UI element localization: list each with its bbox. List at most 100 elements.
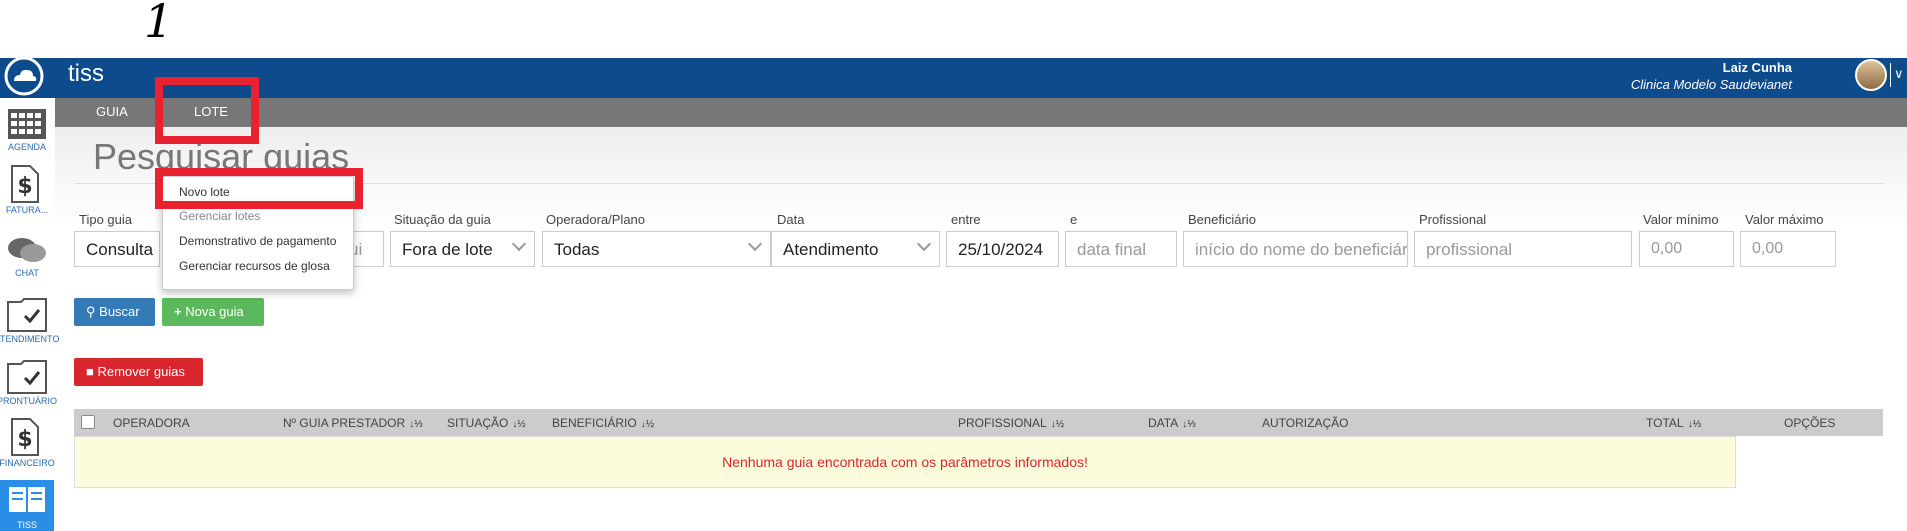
valor-minimo-label: Valor mínimo — [1643, 212, 1719, 227]
column-label: BENEFICIÁRIO — [552, 416, 637, 430]
sidebar-item-label: CHAT — [15, 268, 39, 278]
valor-minimo-placeholder: 0,00 — [1651, 240, 1683, 257]
chevron-down-icon — [916, 236, 932, 252]
trash-icon: ■ — [86, 364, 94, 379]
avatar[interactable] — [1855, 59, 1887, 91]
entre-label: entre — [951, 212, 981, 227]
situacao-label: Situação da guia — [394, 212, 491, 227]
e-label: e — [1070, 212, 1078, 227]
top-header — [0, 58, 1907, 98]
remover-guias-button-label: Remover guias — [97, 364, 185, 379]
dollar-document-icon: $ — [10, 165, 40, 208]
empty-results-message: Nenhuma guia encontrada com os parâmetro… — [722, 454, 1088, 470]
sidebar-item-label: AGENDA — [7, 142, 46, 152]
chevron-down-icon — [747, 236, 763, 252]
data-type-value: Atendimento — [783, 240, 879, 259]
profissional-placeholder: profissional — [1426, 240, 1512, 259]
folder-check-icon — [7, 296, 47, 337]
profissional-label: Profissional — [1419, 212, 1487, 227]
buscar-button-label: Buscar — [99, 304, 140, 319]
remover-guias-button[interactable]: ■ Remover guias — [74, 358, 203, 386]
column-header-profissional[interactable]: PROFISSIONAL ↓½ — [958, 416, 1064, 430]
column-header-operadora[interactable]: OPERADORA — [113, 416, 190, 430]
situacao-select[interactable]: Fora de lote — [390, 231, 535, 267]
annotation-number-1: 1 — [144, 0, 174, 48]
sidebar-item-atendimento[interactable]: ATENDIMENTO — [0, 296, 59, 346]
calendar-grid-icon — [7, 108, 47, 145]
sort-icon: ↓⅓ — [1182, 419, 1196, 430]
valor-maximo-placeholder: 0,00 — [1752, 240, 1784, 257]
beneficiario-field[interactable]: início do nome do beneficiário — [1183, 231, 1408, 267]
sidebar-item-chat[interactable]: CHAT — [0, 234, 54, 284]
data-inicial-value: 25/10/2024 — [958, 240, 1044, 259]
sort-icon: ↓⅓ — [1687, 419, 1701, 430]
data-final-placeholder: data final — [1077, 240, 1146, 259]
operadora-value: Todas — [554, 240, 600, 259]
menu-item-gerenciar-lotes[interactable]: Gerenciar lotes — [179, 209, 260, 223]
menu-item-demonstrativo-pagamento[interactable]: Demonstrativo de pagamento — [179, 234, 336, 248]
svg-text:$: $ — [17, 174, 32, 199]
column-header-beneficiario[interactable]: BENEFICIÁRIO ↓½ — [552, 416, 654, 430]
select-all-checkbox[interactable] — [81, 415, 95, 429]
valor-minimo-field[interactable]: 0,00 — [1639, 231, 1734, 267]
svg-text:$: $ — [17, 427, 32, 452]
user-name[interactable]: Laiz Cunha — [1723, 60, 1792, 75]
column-header-total[interactable]: TOTAL ↓⅓ — [1646, 416, 1701, 430]
chevron-down-icon — [511, 236, 527, 252]
sidebar-item-agenda[interactable]: AGENDA — [0, 106, 54, 156]
folder-check-icon — [7, 358, 47, 399]
app-title: tiss — [68, 60, 104, 87]
column-header-opcoes: OPÇÕES — [1784, 416, 1835, 430]
tipo-guia-value: Consulta — [86, 240, 154, 259]
plus-icon: + — [174, 304, 182, 319]
sort-icon: ↓½ — [640, 419, 655, 430]
column-label: OPERADORA — [113, 416, 190, 430]
chat-bubbles-icon — [7, 236, 47, 271]
beneficiario-label: Beneficiário — [1188, 212, 1256, 227]
data-final-field[interactable]: data final — [1065, 231, 1177, 267]
sort-icon: ↓⅓ — [409, 419, 423, 430]
column-label: OPÇÕES — [1784, 416, 1836, 430]
data-label: Data — [777, 212, 805, 227]
header-divider — [1890, 63, 1891, 87]
operadora-label: Operadora/Plano — [546, 212, 646, 227]
nova-guia-button[interactable]: + Nova guia — [162, 298, 264, 326]
column-header-data[interactable]: DATA ↓⅓ — [1148, 416, 1196, 430]
profissional-field[interactable]: profissional — [1414, 231, 1632, 267]
sidebar-item-label: FATURA... — [5, 205, 49, 215]
data-type-select[interactable]: Atendimento — [771, 231, 940, 267]
sidebar-item-prontuario[interactable]: PRONTUÁRIO — [0, 358, 57, 408]
tab-guia[interactable]: GUIA — [96, 104, 128, 119]
sidebar-item-tiss[interactable]: TISS — [0, 480, 54, 531]
annotation-box-novo-lote — [155, 168, 363, 209]
sidebar-item-label: ATENDIMENTO — [0, 334, 60, 344]
column-label: PROFISSIONAL — [958, 416, 1047, 430]
column-header-guia-prestador[interactable]: Nº GUIA PRESTADOR ↓⅓ — [283, 416, 423, 430]
buscar-button[interactable]: ⚲ Buscar — [74, 298, 155, 326]
valor-maximo-field[interactable]: 0,00 — [1740, 231, 1836, 267]
cloud-logo-icon[interactable] — [4, 56, 44, 96]
nova-guia-button-label: Nova guia — [185, 304, 244, 319]
sort-icon: ↓½ — [512, 419, 526, 430]
tipo-guia-label: Tipo guia — [79, 212, 132, 227]
column-label: TOTAL — [1646, 416, 1684, 430]
column-header-situacao[interactable]: SITUAÇÃO ↓½ — [447, 416, 526, 430]
tipo-guia-select[interactable]: Consulta — [74, 231, 160, 267]
column-label: Nº GUIA PRESTADOR — [283, 416, 406, 430]
column-label: SITUAÇÃO — [447, 416, 509, 430]
sort-icon: ↓½ — [1050, 419, 1065, 430]
sidebar-item-financeiro[interactable]: $ FINANCEIRO — [0, 418, 55, 468]
data-inicial-field[interactable]: 25/10/2024 — [946, 231, 1059, 267]
user-clinic: Clinica Modelo Saudevianet — [1630, 77, 1792, 92]
open-book-icon — [7, 484, 47, 519]
column-header-autorizacao[interactable]: AUTORIZAÇÃO — [1262, 416, 1348, 430]
annotation-box-lote — [155, 77, 259, 144]
situacao-value: Fora de lote — [402, 240, 493, 259]
sidebar-item-faturamento[interactable]: $ FATURA... — [0, 165, 54, 215]
column-label: AUTORIZAÇÃO — [1262, 416, 1349, 430]
chevron-down-icon[interactable]: ∨ — [1894, 66, 1904, 82]
dollar-document-icon: $ — [10, 418, 40, 461]
menu-item-gerenciar-recursos-glosa[interactable]: Gerenciar recursos de glosa — [179, 259, 330, 273]
search-icon: ⚲ — [86, 304, 96, 319]
operadora-select[interactable]: Todas — [542, 231, 771, 267]
